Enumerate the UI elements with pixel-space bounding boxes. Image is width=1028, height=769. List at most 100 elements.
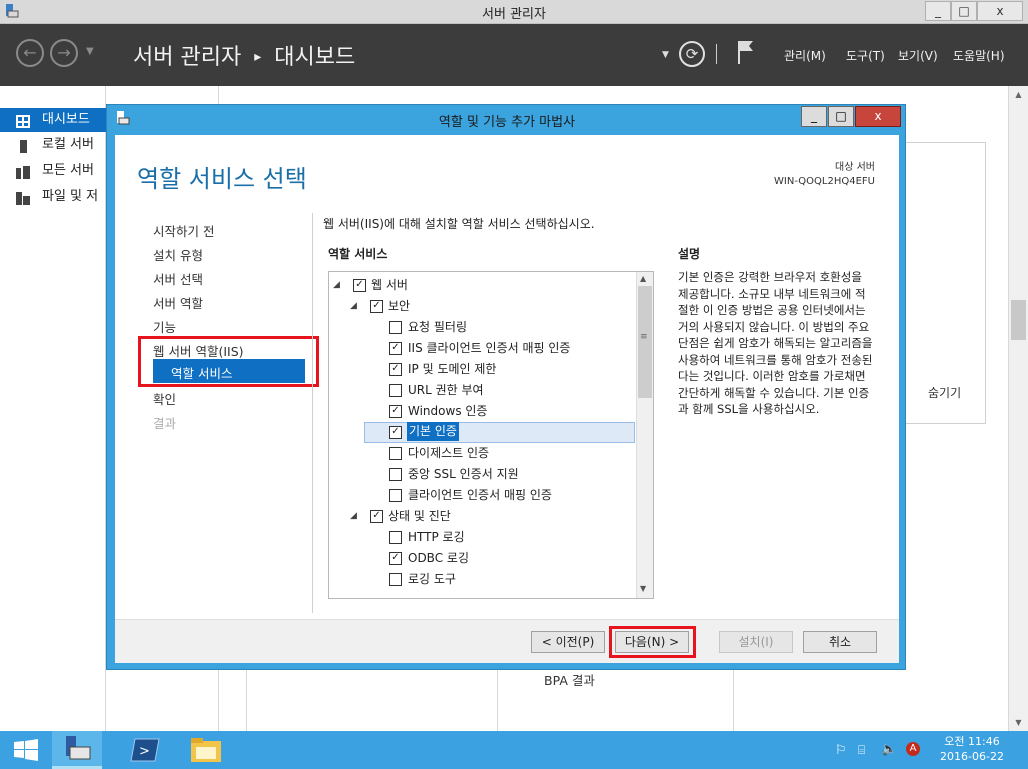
tree-item-client-cert-auth[interactable]: 클라이언트 인증서 매핑 인증 [329, 485, 635, 506]
steps-highlight-box [138, 336, 319, 387]
taskbar-server-manager[interactable] [52, 731, 102, 769]
checkbox-checked-icon[interactable]: ✓ [389, 426, 402, 439]
collapse-arrow-icon[interactable]: ◢ [350, 296, 357, 317]
notification-flag-icon[interactable] [736, 38, 756, 66]
tree-item-windows-auth[interactable]: ✓ Windows 인증 [329, 401, 635, 422]
breadcrumb: 서버 관리자 ▸ 대시보드 [133, 39, 355, 71]
tree-label: 웹 서버 [371, 278, 408, 292]
dashboard-icon [16, 113, 30, 128]
tree-label: URL 권한 부여 [408, 383, 484, 397]
step-server-selection[interactable]: 서버 선택 [153, 269, 203, 288]
nav-item-local-server[interactable]: 로컬 서버 [0, 133, 106, 157]
nav-item-all-servers[interactable]: 모든 서버 [0, 159, 106, 183]
clock-date: 2016-06-22 [940, 750, 1004, 763]
nav-item-dashboard[interactable]: 대시보드 [0, 108, 106, 132]
minimize-button[interactable]: _ [925, 1, 951, 21]
checkbox-checked-icon[interactable]: ✓ [353, 279, 366, 292]
checkbox-checked-icon[interactable]: ✓ [389, 342, 402, 355]
collapse-arrow-icon[interactable]: ◢ [333, 275, 340, 296]
action-center-flag-icon[interactable]: ⚐ [835, 743, 847, 758]
tree-item-ip-domain-restrictions[interactable]: ✓ IP 및 도메인 제한 [329, 359, 635, 380]
checkbox-unchecked-icon[interactable] [389, 573, 402, 586]
checkbox-checked-icon[interactable]: ✓ [370, 300, 383, 313]
scroll-down-icon[interactable]: ▼ [1010, 718, 1027, 728]
nav-item-file-storage[interactable]: 파일 및 저 [0, 185, 106, 209]
clock[interactable]: 오전 11:46 2016-06-22 [928, 734, 1016, 764]
checkbox-unchecked-icon[interactable] [389, 468, 402, 481]
history-dropdown-icon[interactable]: ▼ [86, 46, 94, 57]
tree-item-iis-client-cert-auth[interactable]: ✓ IIS 클라이언트 인증서 매핑 인증 [329, 338, 635, 359]
cancel-button[interactable]: 취소 [803, 631, 877, 653]
maximize-button[interactable]: □ [951, 1, 977, 21]
ime-icon[interactable]: A [906, 742, 920, 756]
scroll-down-icon[interactable]: ▼ [640, 584, 646, 593]
tree-label: IP 및 도메인 제한 [408, 362, 497, 376]
hide-link[interactable]: 숨기기 [928, 384, 961, 401]
step-server-roles[interactable]: 서버 역할 [153, 293, 203, 312]
scroll-up-icon[interactable]: ▲ [1010, 90, 1027, 100]
tree-item-web-server[interactable]: ◢ ✓ 웹 서버 [329, 275, 635, 296]
dialog-minimize-button[interactable]: _ [801, 106, 827, 127]
menu-tools[interactable]: 도구(T) [846, 47, 885, 64]
dropdown-arrow-icon[interactable]: ▼ [662, 50, 669, 60]
tree-item-url-authorization[interactable]: URL 권한 부여 [329, 380, 635, 401]
tree-label: 중앙 SSL 인증서 지원 [408, 467, 519, 481]
instruction-text: 웹 서버(IIS)에 대해 설치할 역할 서비스 선택하십시오. [323, 217, 595, 231]
checkbox-checked-icon[interactable]: ✓ [389, 552, 402, 565]
tree-label: 다이제스트 인증 [408, 446, 490, 460]
checkbox-unchecked-icon[interactable] [389, 384, 402, 397]
nav-label-file-storage: 파일 및 저 [42, 189, 99, 204]
checkbox-checked-icon[interactable]: ✓ [389, 405, 402, 418]
checkbox-checked-icon[interactable]: ✓ [370, 510, 383, 523]
checkbox-unchecked-icon[interactable] [389, 321, 402, 334]
role-services-header: 역할 서비스 [328, 247, 388, 261]
collapse-arrow-icon[interactable]: ◢ [350, 506, 357, 527]
tree-scrollbar[interactable]: ▲ ≡ ▼ [636, 272, 653, 598]
checkbox-unchecked-icon[interactable] [389, 489, 402, 502]
start-windows-icon[interactable] [14, 739, 38, 761]
tree-item-basic-auth[interactable]: ✓ 기본 인증 [364, 422, 635, 443]
step-confirmation[interactable]: 확인 [153, 389, 176, 408]
nav-label-all-servers: 모든 서버 [42, 163, 94, 178]
file-explorer-icon[interactable] [190, 737, 222, 763]
checkbox-unchecked-icon[interactable] [389, 531, 402, 544]
bg-scrollbar[interactable] [1009, 86, 1028, 731]
tree-item-central-ssl[interactable]: 중앙 SSL 인증서 지원 [329, 464, 635, 485]
tree-item-odbc-logging[interactable]: ✓ ODBC 로깅 [329, 548, 635, 569]
tree-label: 요청 필터링 [408, 320, 468, 334]
network-icon[interactable]: ⌸ [858, 743, 865, 758]
menu-view[interactable]: 보기(V) [898, 47, 938, 64]
tree-item-request-filtering[interactable]: 요청 필터링 [329, 317, 635, 338]
close-button[interactable]: x [977, 1, 1023, 21]
checkbox-unchecked-icon[interactable] [389, 447, 402, 460]
step-features[interactable]: 기능 [153, 317, 176, 336]
window-title: 서버 관리자 [482, 7, 546, 22]
forward-icon[interactable]: → [50, 39, 78, 67]
step-before-you-begin[interactable]: 시작하기 전 [153, 221, 214, 240]
scroll-up-icon[interactable]: ▲ [640, 274, 646, 283]
menu-help[interactable]: 도움말(H) [953, 47, 1005, 64]
tree-item-digest-auth[interactable]: 다이제스트 인증 [329, 443, 635, 464]
back-icon[interactable]: ← [16, 39, 44, 67]
checkbox-checked-icon[interactable]: ✓ [389, 363, 402, 376]
tree-label: IIS 클라이언트 인증서 매핑 인증 [408, 341, 571, 355]
tree-item-health-diagnostics[interactable]: ◢ ✓ 상태 및 진단 [329, 506, 635, 527]
bpa-result-label: BPA 결과 [544, 673, 595, 688]
bg-scroll-thumb[interactable] [1011, 300, 1026, 340]
tree-item-security[interactable]: ◢ ✓ 보안 [329, 296, 635, 317]
refresh-icon[interactable]: ⟳ [679, 41, 705, 67]
previous-button[interactable]: < 이전(P) [531, 631, 605, 653]
dialog-maximize-button[interactable]: □ [828, 106, 854, 127]
step-installation-type[interactable]: 설치 유형 [153, 245, 203, 264]
tree-scroll-thumb[interactable] [638, 286, 652, 398]
volume-muted-icon[interactable]: 🔈 [881, 742, 897, 757]
tree-item-http-logging[interactable]: HTTP 로깅 [329, 527, 635, 548]
menu-manage[interactable]: 관리(M) [784, 47, 826, 64]
bg-divider [497, 670, 498, 731]
tree-item-logging-tools[interactable]: 로깅 도구 [329, 569, 635, 590]
powershell-icon[interactable]: > [130, 737, 160, 763]
target-server-label: 대상 서버 [835, 162, 875, 173]
add-roles-wizard-dialog: 역할 및 기능 추가 마법사 _ □ x 역할 서비스 선택 대상 서버 WIN… [106, 104, 906, 670]
dialog-close-button[interactable]: x [855, 106, 901, 127]
taskbar: > ⚐ ⌸ 🔈 A 오전 11:46 2016-06-22 [0, 731, 1028, 769]
